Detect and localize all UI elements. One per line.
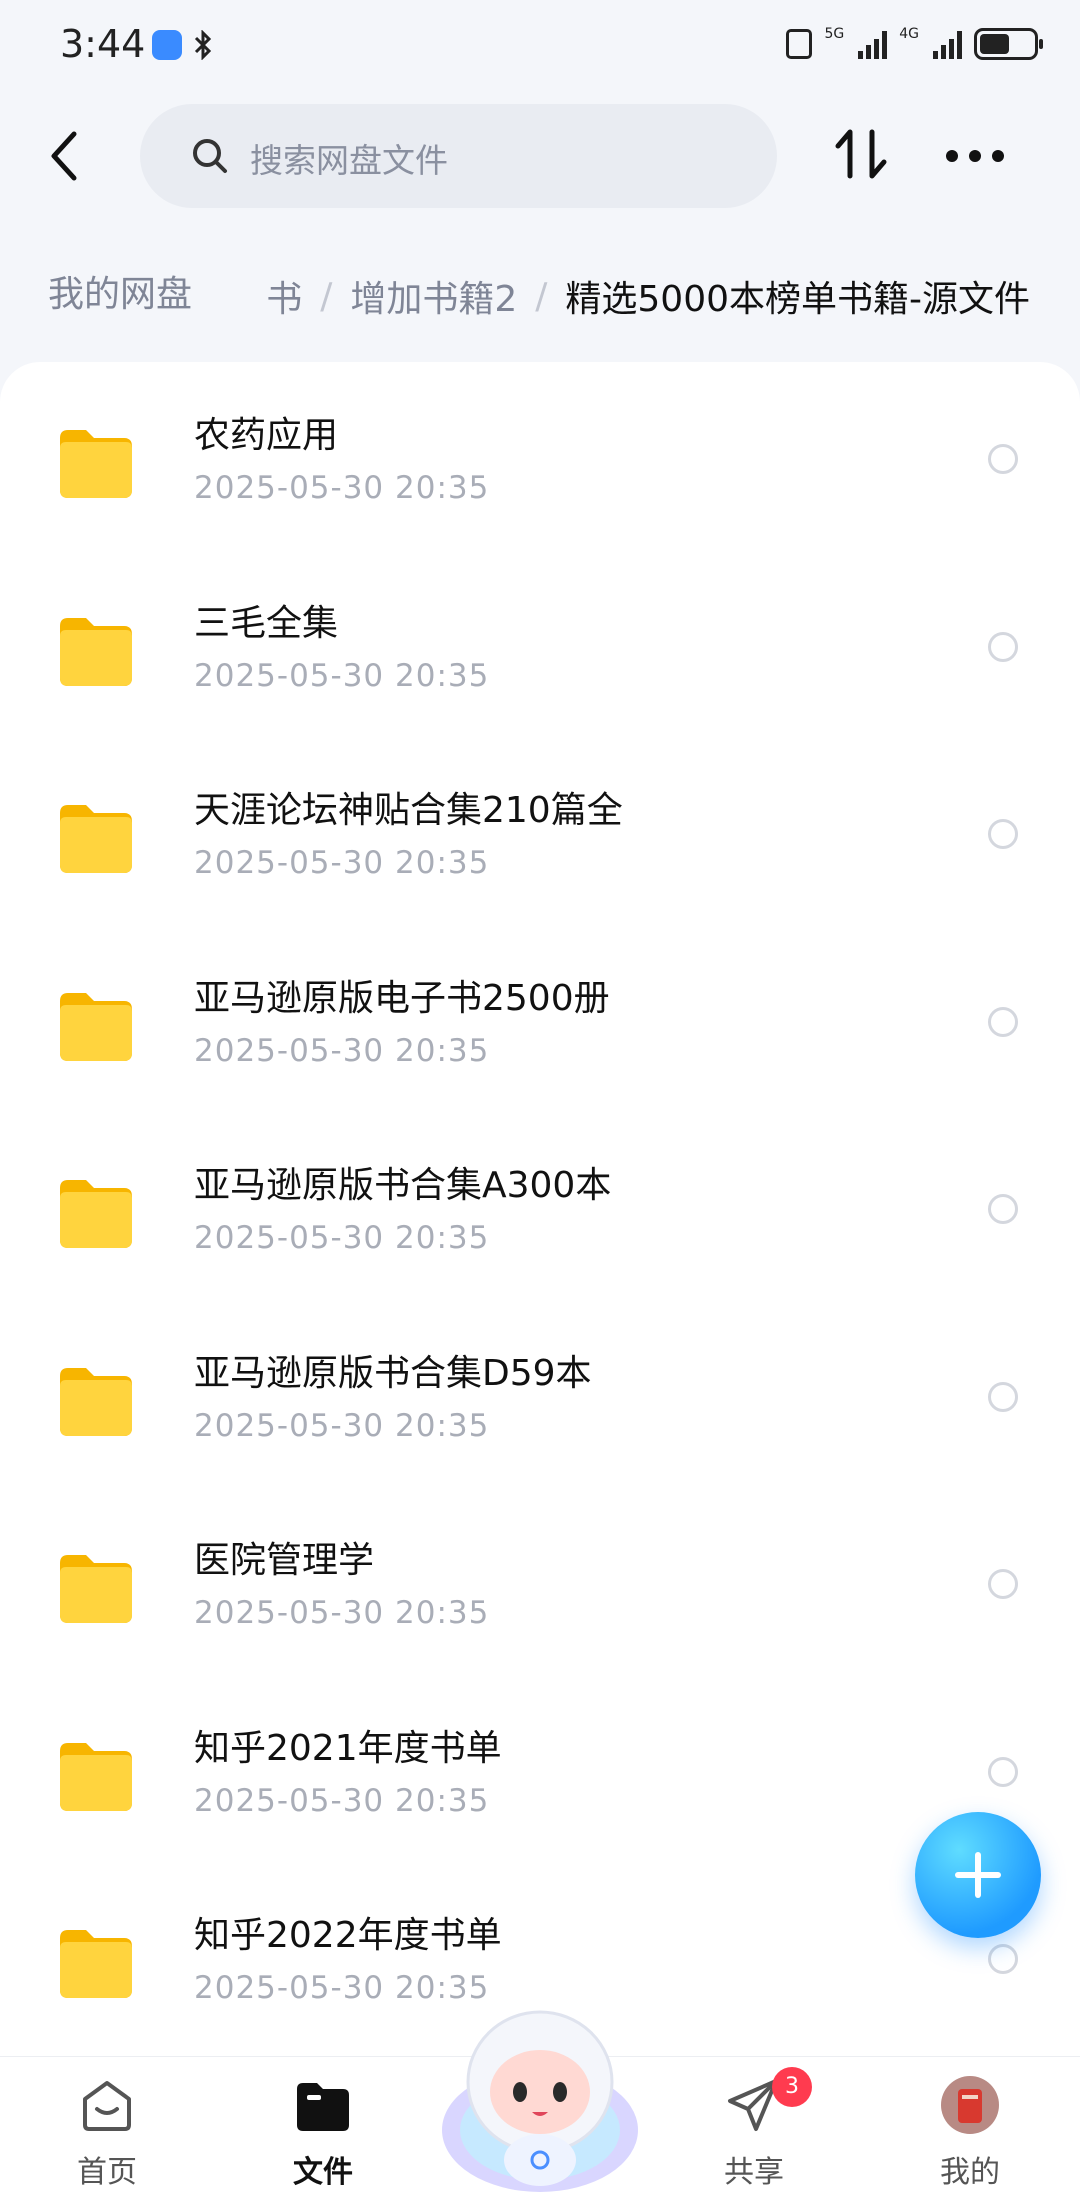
folder-icon	[60, 992, 132, 1061]
battery-icon	[974, 28, 1043, 60]
top-bar: 搜索网盘文件	[0, 100, 1080, 212]
nav-files[interactable]: 文件	[243, 2075, 403, 2199]
file-name: 亚马逊原版书合集A300本	[194, 1165, 612, 1206]
file-row[interactable]: 三毛全集 2025-05-30 20:35	[0, 550, 1080, 737]
folder-icon	[60, 1367, 132, 1436]
status-time: 3:44	[60, 22, 146, 66]
nav-mine-label: 我的	[940, 2155, 1000, 2190]
file-date: 2025-05-30 20:35	[194, 1782, 490, 1819]
folder-icon	[297, 2083, 349, 2131]
file-date: 2025-05-30 20:35	[194, 1220, 490, 1256]
back-button[interactable]	[36, 122, 104, 190]
select-radio[interactable]	[988, 1756, 1018, 1787]
select-radio[interactable]	[988, 1006, 1018, 1037]
file-name: 农药应用	[194, 415, 339, 456]
search-placeholder: 搜索网盘文件	[250, 141, 448, 180]
nav-share[interactable]: 3 共享	[674, 2067, 834, 2199]
file-row[interactable]: 亚马逊原版书合集D59本 2025-05-30 20:35	[0, 1300, 1080, 1487]
nav-home-label: 首页	[77, 2155, 137, 2190]
file-date: 2025-05-30 20:35	[194, 1407, 490, 1444]
select-radio[interactable]	[988, 1194, 1018, 1224]
file-date: 2025-05-30 20:35	[194, 845, 490, 881]
select-radio[interactable]	[988, 631, 1018, 662]
folder-icon	[60, 805, 132, 873]
file-name: 三毛全集	[194, 602, 339, 644]
breadcrumb-current: 精选5000本榜单书籍-源文件	[565, 279, 1030, 320]
file-name: 天涯论坛神贴合集210篇全	[194, 790, 623, 831]
wifi-icon	[152, 30, 182, 60]
avatar	[941, 2076, 999, 2134]
breadcrumb-separator: /	[320, 275, 333, 317]
breadcrumb: 书 / 增加书籍2 / 精选5000本榜单书籍-源文件 我的网盘	[0, 258, 1080, 332]
breadcrumb-item[interactable]: 增加书籍2	[350, 270, 517, 322]
file-name: 知乎2021年度书单	[194, 1727, 502, 1769]
file-row[interactable]: 农药应用 2025-05-30 20:35	[0, 362, 1080, 549]
select-radio[interactable]	[988, 819, 1018, 849]
vibrate-icon	[786, 29, 813, 59]
home-icon	[83, 2081, 131, 2131]
file-name: 知乎2022年度书单	[194, 1915, 502, 1956]
breadcrumb-root[interactable]: 我的网盘	[24, 262, 217, 328]
file-list: 农药应用 2025-05-30 20:35 三毛全集 2025-05-30 20:35…	[0, 362, 1080, 2062]
nav-share-label: 共享	[724, 2155, 784, 2190]
file-name: 亚马逊原版书合集D59本	[194, 1352, 592, 1394]
file-row[interactable]: 亚马逊原版书合集A300本 2025-05-30 20:35	[0, 1112, 1080, 1299]
file-date: 2025-05-30 20:35	[194, 1595, 490, 1631]
select-radio[interactable]	[988, 1944, 1018, 1974]
breadcrumb-separator: /	[535, 275, 548, 317]
file-row[interactable]: 知乎2021年度书单 2025-05-30 20:35	[0, 1675, 1080, 1862]
nav-mine[interactable]: 我的	[890, 2075, 1050, 2199]
more-options-button[interactable]	[940, 128, 1010, 184]
file-row[interactable]: 医院管理学 2025-05-30 20:35	[0, 1487, 1080, 1674]
nav-files-label: 文件	[293, 2155, 353, 2190]
select-radio[interactable]	[988, 1569, 1018, 1599]
bluetooth-icon	[194, 30, 212, 60]
file-date: 2025-05-30 20:35	[194, 470, 490, 506]
folder-icon	[60, 617, 132, 686]
search-icon	[193, 139, 227, 173]
nav-home[interactable]: 首页	[27, 2075, 187, 2199]
sort-button[interactable]	[828, 122, 894, 188]
folder-icon	[60, 1742, 132, 1811]
status-bar: 3:44 5G 4G	[0, 0, 1080, 92]
network-5g-label: 5G	[824, 26, 845, 42]
add-button[interactable]	[915, 1812, 1041, 1938]
signal-4g-icon	[933, 29, 962, 59]
file-row[interactable]: 亚马逊原版电子书2500册 2025-05-30 20:35	[0, 925, 1080, 1112]
file-name: 亚马逊原版电子书2500册	[194, 977, 610, 1019]
share-badge: 3	[772, 2067, 812, 2107]
folder-icon	[60, 430, 132, 498]
select-radio[interactable]	[988, 1381, 1018, 1412]
file-name: 医院管理学	[194, 1540, 375, 1581]
signal-5g-icon	[858, 29, 888, 59]
file-date: 2025-05-30 20:35	[194, 657, 490, 694]
folder-icon	[60, 1930, 132, 1998]
breadcrumb-item[interactable]: 书	[266, 270, 302, 322]
folder-icon	[60, 1180, 132, 1248]
select-radio[interactable]	[988, 444, 1018, 474]
mascot-assistant-icon[interactable]	[440, 2000, 640, 2200]
search-bar[interactable]: 搜索网盘文件	[140, 104, 777, 208]
network-4g-label: 4G	[899, 26, 919, 42]
file-row[interactable]: 天涯论坛神贴合集210篇全 2025-05-30 20:35	[0, 737, 1080, 924]
folder-icon	[60, 1555, 132, 1623]
file-date: 2025-05-30 20:35	[194, 1032, 490, 1069]
